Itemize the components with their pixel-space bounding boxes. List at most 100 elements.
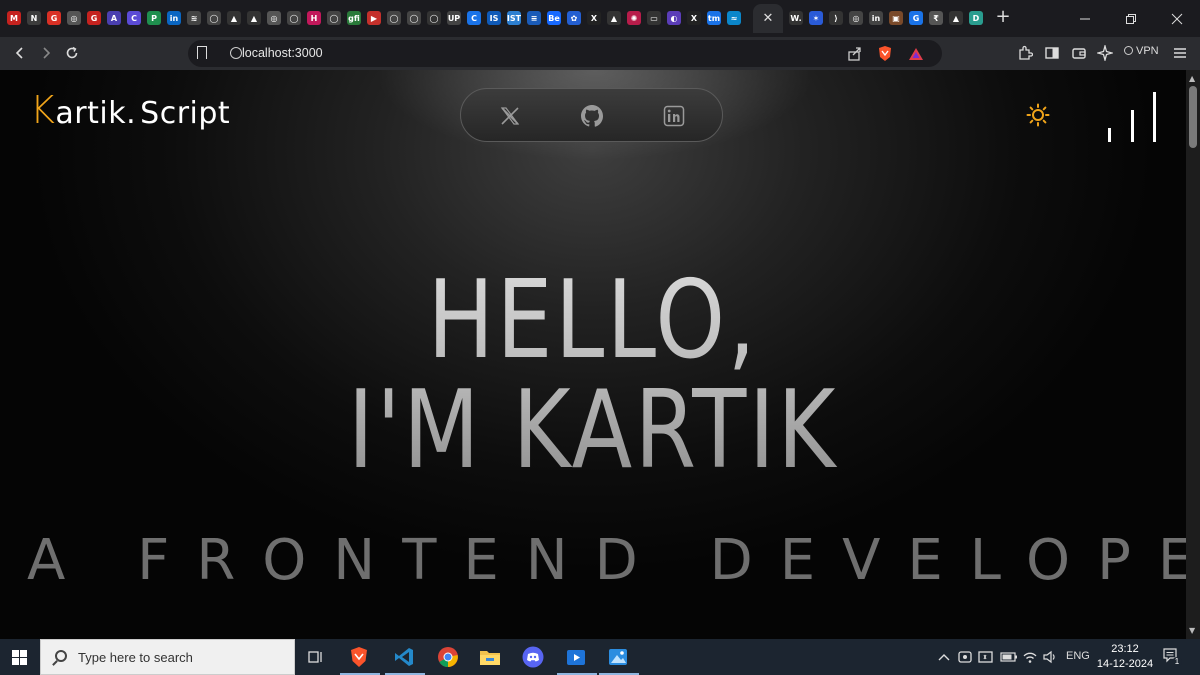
tab-favicon-icon[interactable]: ▲ [247, 11, 261, 25]
taskbar-search[interactable]: Type here to search [40, 639, 295, 675]
tab-favicon-icon[interactable]: C [467, 11, 481, 25]
leo-ai-button[interactable] [1096, 44, 1114, 62]
tab-favicon-icon[interactable]: gfi [347, 11, 361, 25]
wifi-icon[interactable] [1022, 650, 1038, 664]
tab-favicon-icon[interactable]: ◯ [287, 11, 301, 25]
address-bar[interactable]: localhost:3000 [188, 40, 942, 67]
tab-favicon-icon[interactable]: ◯ [387, 11, 401, 25]
tab-favicon-icon[interactable]: UP [447, 11, 461, 25]
url-text[interactable]: localhost:3000 [242, 46, 323, 60]
close-window-button[interactable] [1154, 0, 1200, 37]
page-scrollbar[interactable]: ▲ ▼ [1186, 70, 1200, 639]
tab-favicon-icon[interactable]: P [147, 11, 161, 25]
tray-battery-alert-icon[interactable] [978, 650, 994, 664]
sidebar-button[interactable] [1043, 44, 1061, 62]
tab-favicon-icon[interactable]: C [127, 11, 141, 25]
windows-start-icon[interactable] [12, 650, 27, 665]
hero-heading: HELLO, I'M KARTIK [107, 266, 1080, 486]
tab-favicon-icon[interactable]: ◯ [207, 11, 221, 25]
taskbar-media-player[interactable] [563, 644, 589, 670]
site-info-icon[interactable] [230, 47, 242, 59]
tab-favicon-icon[interactable]: ▲ [227, 11, 241, 25]
tab-favicon-icon[interactable]: H [307, 11, 321, 25]
scroll-up-icon[interactable]: ▲ [1189, 74, 1195, 83]
linkedin-link[interactable] [662, 104, 686, 128]
scroll-thumb[interactable] [1189, 86, 1197, 148]
taskbar-brave[interactable] [346, 644, 372, 670]
active-tab[interactable]: ✕ [753, 4, 783, 33]
scroll-down-icon[interactable]: ▼ [1189, 626, 1195, 635]
search-placeholder[interactable]: Type here to search [78, 650, 193, 665]
tab-favicon-icon[interactable]: G [909, 11, 923, 25]
system-clock[interactable]: 23:12 14-12-2024 [1096, 642, 1154, 672]
menu-button[interactable] [1171, 44, 1189, 62]
tab-favicon-icon[interactable]: in [869, 11, 883, 25]
tab-favicon-icon[interactable]: ≋ [187, 11, 201, 25]
tab-favicon-icon[interactable]: ≈ [727, 11, 741, 25]
tab-favicon-icon[interactable]: ✶ [809, 11, 823, 25]
brave-rewards-icon[interactable] [908, 46, 924, 62]
taskbar-file-explorer[interactable] [477, 644, 503, 670]
bookmark-icon[interactable] [197, 46, 207, 59]
tray-overflow-icon[interactable] [938, 652, 950, 662]
tab-favicon-icon[interactable]: IS [487, 11, 501, 25]
tab-favicon-icon[interactable]: ▣ [889, 11, 903, 25]
site-logo[interactable]: Kartik. Script [30, 88, 230, 132]
theme-toggle-sun-icon[interactable] [1026, 103, 1050, 127]
tab-favicon-icon[interactable]: G [87, 11, 101, 25]
menu-bars-button[interactable] [1106, 90, 1158, 142]
tab-favicon-icon[interactable]: N [27, 11, 41, 25]
back-button[interactable] [9, 42, 31, 64]
taskbar-photos[interactable] [605, 644, 631, 670]
brave-shields-icon[interactable] [877, 45, 893, 63]
tray-app-icon[interactable] [958, 650, 972, 664]
github-link[interactable] [580, 104, 604, 128]
tab-favicon-icon[interactable]: ✺ [627, 11, 641, 25]
tab-favicon-icon[interactable]: ◯ [327, 11, 341, 25]
tab-favicon-icon[interactable]: D [969, 11, 983, 25]
tab-favicon-icon[interactable]: G [47, 11, 61, 25]
taskbar-discord[interactable] [520, 644, 546, 670]
tab-favicon-icon[interactable]: ◎ [267, 11, 281, 25]
tab-favicon-icon[interactable]: in [167, 11, 181, 25]
tab-favicon-icon[interactable]: ≡ [527, 11, 541, 25]
tab-favicon-icon[interactable]: X [687, 11, 701, 25]
tab-favicon-icon[interactable]: ◯ [407, 11, 421, 25]
task-view-button[interactable] [303, 644, 329, 670]
extensions-button[interactable] [1016, 44, 1034, 62]
tab-favicon-icon[interactable]: A [107, 11, 121, 25]
tab-favicon-icon[interactable]: ◎ [849, 11, 863, 25]
taskbar-chrome[interactable] [435, 644, 461, 670]
wallet-button[interactable] [1070, 44, 1088, 62]
tab-favicon-icon[interactable]: ▶ [367, 11, 381, 25]
tab-favicon-icon[interactable]: Be [547, 11, 561, 25]
close-tab-icon[interactable]: ✕ [763, 11, 774, 26]
notifications-button[interactable]: 1 [1162, 647, 1182, 667]
tab-favicon-icon[interactable]: ▲ [949, 11, 963, 25]
tab-favicon-icon[interactable]: IST [507, 11, 521, 25]
minimize-button[interactable] [1062, 0, 1108, 37]
taskbar-vscode[interactable] [391, 644, 417, 670]
new-tab-button[interactable]: + [992, 6, 1014, 27]
tab-favicon-icon[interactable]: X [587, 11, 601, 25]
x-link[interactable] [498, 104, 522, 128]
volume-icon[interactable] [1042, 650, 1058, 664]
vpn-button[interactable]: VPN [1124, 45, 1159, 57]
reload-button[interactable] [61, 42, 83, 64]
tab-favicon-icon[interactable]: ▲ [607, 11, 621, 25]
language-indicator[interactable]: ENG [1066, 650, 1090, 662]
tab-favicon-icon[interactable]: ▭ [647, 11, 661, 25]
tab-favicon-icon[interactable]: M [7, 11, 21, 25]
tab-favicon-icon[interactable]: ₹ [929, 11, 943, 25]
tab-favicon-icon[interactable]: ✿ [567, 11, 581, 25]
restore-button[interactable] [1108, 0, 1154, 37]
tab-favicon-icon[interactable]: ◯ [427, 11, 441, 25]
forward-button[interactable] [35, 42, 57, 64]
tab-favicon-icon[interactable]: W. [789, 11, 803, 25]
tab-favicon-icon[interactable]: ◐ [667, 11, 681, 25]
tab-favicon-icon[interactable]: ⟩ [829, 11, 843, 25]
share-icon[interactable] [847, 46, 863, 62]
tab-favicon-icon[interactable]: tm [707, 11, 721, 25]
tab-favicon-icon[interactable]: ◎ [67, 11, 81, 25]
battery-icon[interactable] [1000, 652, 1018, 662]
